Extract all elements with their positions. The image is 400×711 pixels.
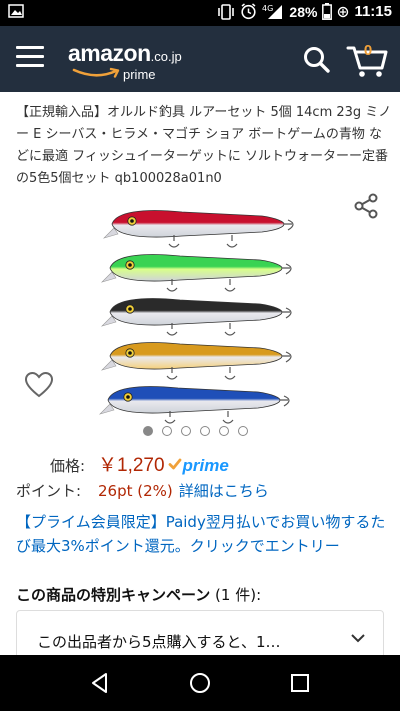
lure-3 (100, 298, 292, 336)
vibrate-icon (218, 3, 235, 20)
wishlist-button[interactable] (24, 370, 54, 400)
battery-icon (322, 3, 333, 20)
heart-icon (24, 371, 54, 398)
svg-text:4G: 4G (262, 4, 273, 13)
pagination-dot[interactable] (162, 426, 172, 436)
points-row: ポイント: 26pt (2%) 詳細はこちら (16, 480, 269, 501)
amazon-smile-icon (72, 67, 120, 78)
prime-badge-text: prime (182, 456, 229, 475)
price-value: ￥1,270 (98, 455, 165, 476)
home-icon[interactable] (188, 671, 212, 695)
prime-badge: prime (168, 456, 229, 476)
lure-5 (98, 386, 290, 424)
points-label: ポイント: (16, 482, 82, 500)
campaign-count: (1 件): (215, 586, 262, 604)
battery-percent: 28% (289, 3, 318, 20)
signal-icon: 4G (262, 4, 283, 19)
campaign-item[interactable]: この出品者から5点購入すると、1… (16, 610, 384, 655)
clock: 11:15 (354, 3, 392, 20)
prime-promo-link[interactable]: 【プライム会員限定】Paidy翌月払いでお買い物するたび最大3%ポイント還元。ク… (16, 510, 388, 558)
logo-word: amazon (68, 40, 151, 66)
logo-tld: .co.jp (150, 49, 182, 64)
campaign-heading: この商品の特別キャンペーン (1 件): (16, 584, 261, 605)
campaign-title: この商品の特別キャンペーン (16, 586, 211, 604)
lure-set-image (98, 210, 294, 424)
pagination-dot[interactable] (143, 426, 153, 436)
logo-prime: prime (123, 67, 156, 82)
product-image-gallery[interactable] (0, 188, 400, 428)
points-details-link[interactable]: 詳細はこちら (179, 480, 269, 501)
back-icon[interactable] (88, 671, 112, 695)
price-row: 価格: ￥1,270 prime (50, 450, 229, 477)
hamburger-icon (16, 46, 44, 49)
lure-4 (100, 342, 292, 380)
points-value: 26pt (2%) (98, 482, 173, 500)
app-header: amazon.co.jp prime 0 (0, 26, 400, 92)
data-saver-icon (338, 6, 349, 17)
share-button[interactable] (352, 192, 380, 220)
product-page: 【正規輸入品】オルルド釣具 ルアーセット 5個 14cm 23g ミノー E シ… (0, 92, 400, 655)
chevron-down-icon (351, 634, 365, 643)
system-nav-bar (0, 655, 400, 711)
product-title[interactable]: 【正規輸入品】オルルド釣具 ルアーセット 5個 14cm 23g ミノー E シ… (16, 102, 392, 190)
pagination-dot[interactable] (238, 426, 248, 436)
amazon-prime-logo[interactable]: amazon.co.jp prime (68, 40, 182, 82)
search-button[interactable] (302, 45, 332, 75)
menu-button[interactable] (16, 46, 44, 70)
lure-2 (100, 254, 292, 292)
alarm-icon (241, 3, 257, 20)
status-bar: 4G 28% 11:15 (0, 0, 400, 26)
pagination-dot[interactable] (219, 426, 229, 436)
pagination-dot[interactable] (181, 426, 191, 436)
price-label: 価格: (50, 457, 86, 475)
share-icon (354, 193, 378, 219)
lure-1 (102, 210, 294, 248)
campaign-item-text: この出品者から5点購入すると、1… (37, 633, 281, 651)
image-notification-icon (8, 4, 24, 18)
cart-button[interactable]: 0 (346, 40, 388, 80)
cart-count: 0 (363, 42, 373, 59)
recent-apps-icon[interactable] (288, 671, 312, 695)
search-icon (304, 47, 330, 73)
prime-check-icon (168, 458, 181, 470)
pagination-dot[interactable] (200, 426, 210, 436)
image-pagination[interactable] (143, 426, 248, 436)
